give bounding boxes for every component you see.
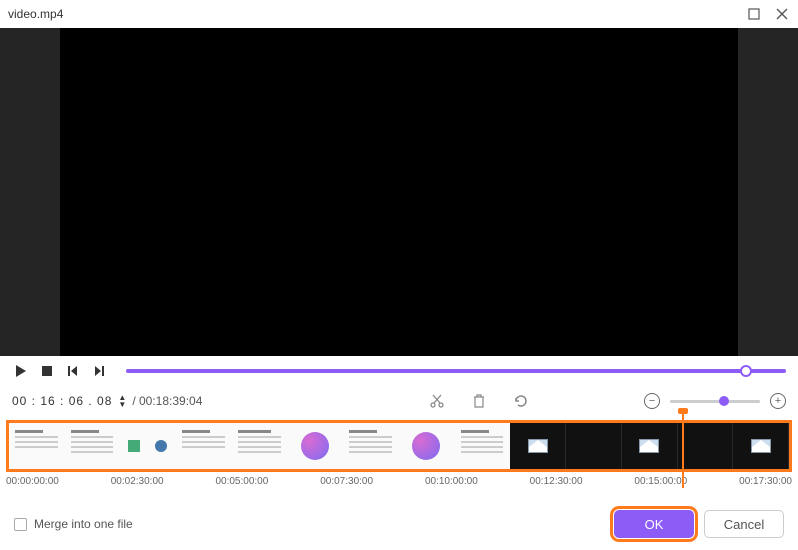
delete-icon[interactable] [470,392,488,410]
close-icon[interactable] [774,6,790,22]
undo-icon[interactable] [512,392,530,410]
timeline-thumb[interactable] [120,423,176,469]
timeline-thumb[interactable] [510,423,566,469]
ruler-tick: 00:02:30:00 [111,476,164,487]
zoom-out-icon[interactable]: − [644,393,660,409]
window-controls [746,6,790,22]
timeline-thumb[interactable] [176,423,232,469]
seek-handle[interactable] [740,365,752,377]
timeline-thumb[interactable] [733,423,789,469]
timeline-thumb[interactable] [9,423,65,469]
ruler-tick: 00:00:00:00 [6,476,59,487]
window-title: video.mp4 [8,7,63,21]
zoom-in-icon[interactable]: + [770,393,786,409]
ruler-tick: 00:17:30:00 [739,476,792,487]
ruler-tick: 00:15:00:00 [634,476,687,487]
time-stepper[interactable]: ▲ ▼ [118,394,126,408]
timeline-playhead[interactable] [682,412,684,488]
timeline-strip[interactable]: Segment 1 [6,420,792,472]
zoom-handle[interactable] [719,396,729,406]
stepper-down-icon[interactable]: ▼ [118,401,126,408]
total-duration: / 00:18:39:04 [132,394,202,408]
timeline-thumb[interactable] [566,423,622,469]
next-frame-icon[interactable] [90,362,108,380]
zoom-controls: − + [644,393,786,409]
merge-label: Merge into one file [34,517,133,531]
timeline-thumb[interactable] [399,423,455,469]
ruler-tick: 00:10:00:00 [425,476,478,487]
merge-checkbox[interactable] [14,518,27,531]
ok-button[interactable]: OK [614,510,694,538]
play-icon[interactable] [12,362,30,380]
video-preview [0,28,798,356]
video-frame[interactable] [60,28,738,356]
timeline-ruler: 00:00:00:00 00:02:30:00 00:05:00:00 00:0… [0,472,798,487]
timeline-thumb[interactable] [288,423,344,469]
timeline-thumb[interactable] [678,423,734,469]
prev-frame-icon[interactable] [64,362,82,380]
timeline[interactable]: Segment 1 [0,416,798,472]
playback-controls [0,356,798,386]
timeline-thumb[interactable] [65,423,121,469]
ruler-tick: 00:12:30:00 [530,476,583,487]
ruler-tick: 00:05:00:00 [215,476,268,487]
footer: Merge into one file OK Cancel [0,498,798,550]
timeline-thumb[interactable] [455,423,511,469]
maximize-icon[interactable] [746,6,762,22]
seek-bar[interactable] [126,369,786,373]
timeline-thumb[interactable] [232,423,288,469]
cut-icon[interactable] [428,392,446,410]
stop-icon[interactable] [38,362,56,380]
title-bar: video.mp4 [0,0,798,28]
current-time-input[interactable]: 00 : 16 : 06 . 08 [12,394,112,408]
zoom-slider[interactable] [670,400,760,403]
ruler-tick: 00:07:30:00 [320,476,373,487]
timeline-thumb[interactable] [622,423,678,469]
cancel-button[interactable]: Cancel [704,510,784,538]
timeline-thumb[interactable] [343,423,399,469]
